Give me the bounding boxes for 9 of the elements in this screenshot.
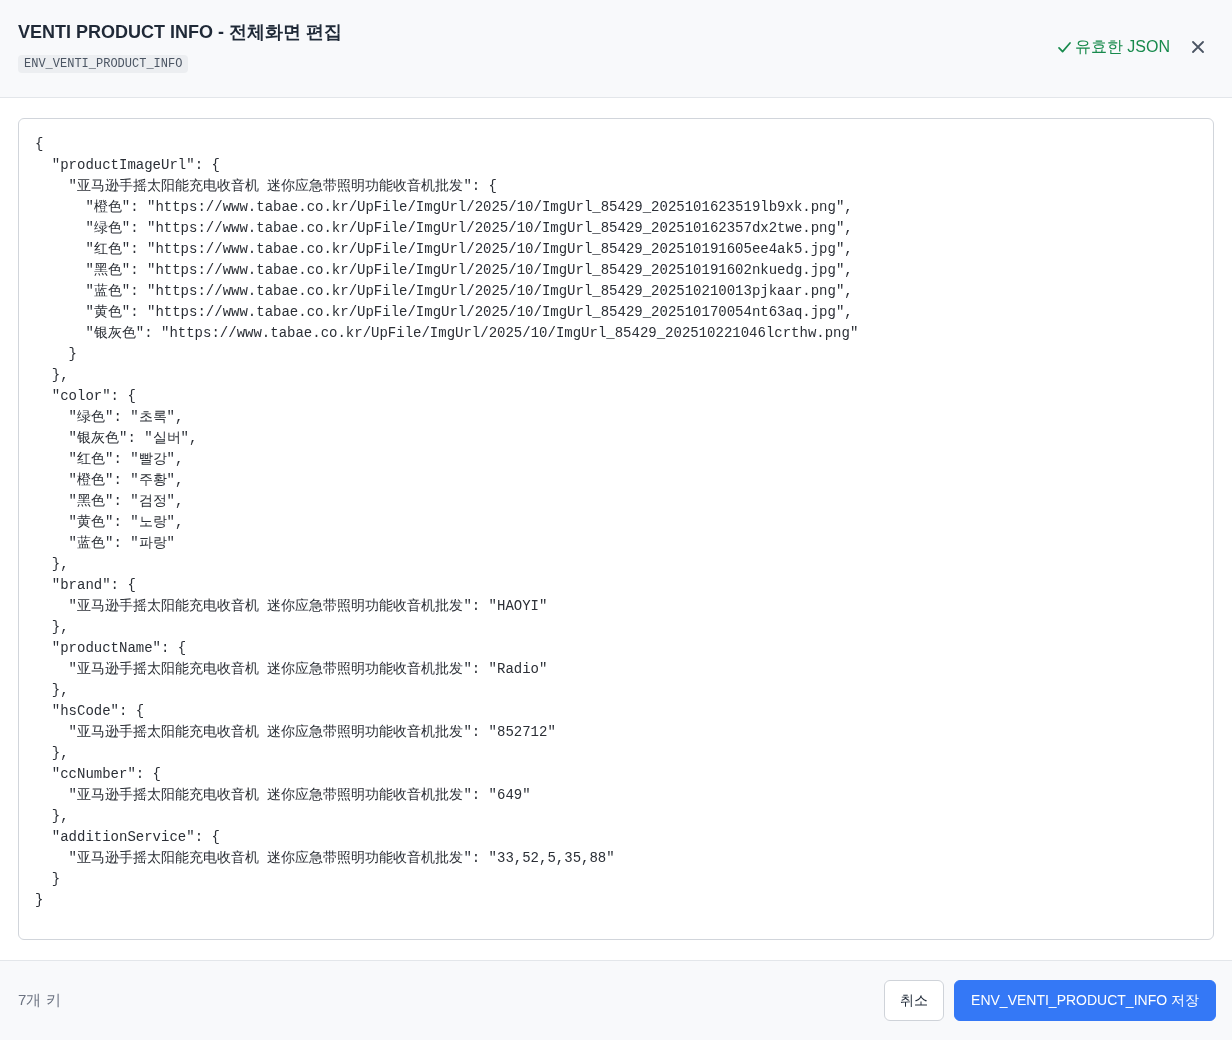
dialog-title: VENTI PRODUCT INFO - 전체화면 편집: [18, 21, 342, 44]
key-count: 7개 키: [18, 990, 61, 1011]
cancel-button[interactable]: 취소: [884, 980, 945, 1021]
save-button[interactable]: ENV_VENTI_PRODUCT_INFO 저장: [954, 980, 1216, 1021]
check-icon: [1057, 41, 1071, 53]
env-key-tag: ENV_VENTI_PRODUCT_INFO: [18, 55, 189, 73]
close-icon: [1192, 41, 1204, 53]
validation-status: 유효한 JSON: [1074, 37, 1170, 57]
json-editor[interactable]: { "productImageUrl": { "亚马逊手摇太阳能充电收音机 迷你应急带照明功能收音机批发": { "橙色": "https://www.tabae.co.kr/UpFile/ImgUrl/2025/10/ImgUrl_85429_2025101623519lb9xk.png", "绿色": "https://www.tabae.co.kr/UpFile/ImgUrl/2025/10/ImgUrl_85429_202510162357dx2twe.png", "红色": "https://www.tabae.co.kr/UpFile/ImgUrl/2025/10/ImgUrl_85429_202510191605ee4ak5.jpg", "黑色": "https://www.tabae.co.kr/UpFile/ImgUrl/2025/10/ImgUrl_85429_202510191602nkuedg.jpg", "蓝色": "https://www.tabae.co.kr/UpFile/ImgUrl/2025/10/ImgUrl_85429_202510210013pjkaar.png", "黄色": "https://www.tabae.co.kr/UpFile/ImgUrl/2025/10/ImgUrl_85429_202510170054nt63aq.jpg", "银灰色": "https://www.tabae.co.kr/UpFile/ImgUrl/2025/10/ImgUrl_85429_202510221046lcrthw.png" } }, "color": { "绿色": "초록", "银灰色": "실버", "红色": "빨강", "橙色": "주황", "黑色": "검정", "黄色": "노랑", "蓝色": "파랑" }, "brand": { "亚马逊手摇太阳能充电收音机 迷你应急带照明功能收音机批发": "HAOYI" }, "productName": { "亚马逊手摇太阳能充电收音机 迷你应急带照明功能收音机批发": "Radio" }, "hsCode": { "亚马逊手摇太阳能充电收音机 迷你应急带照明功能收音机批发": "852712" }, "ccNumber": { "亚马逊手摇太阳能充电收音机 迷你应急带照明功能收音机批发": "649" }, "additionService": { "亚马逊手摇太阳能充电收音机 迷你应急带照明功能收音机批发": "33,52,5,35,88" } }: [18, 118, 1214, 940]
